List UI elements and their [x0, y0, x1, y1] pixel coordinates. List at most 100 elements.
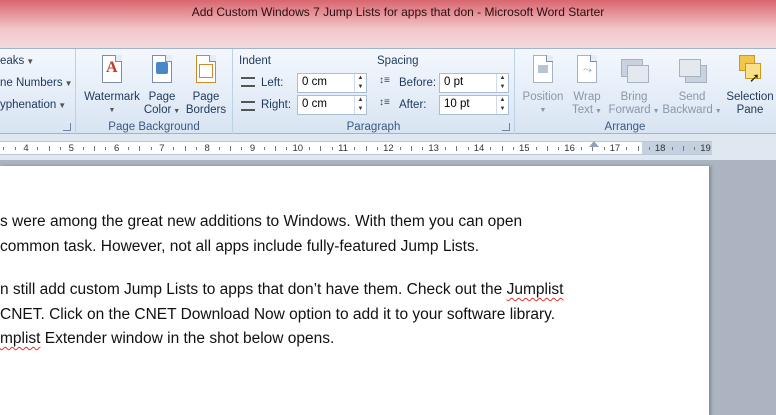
bring-forward-label-1: Bring: [620, 91, 648, 103]
ribbon: eaks ▼ ne Numbers ▼ yphenation ▼ A Watermar…: [0, 48, 776, 135]
chevron-down-icon: ▼: [64, 79, 73, 88]
ruler-number: 7: [159, 143, 165, 154]
ruler-number: 16: [564, 143, 575, 154]
ruler-tick: [365, 146, 367, 151]
page-borders-label-2: Borders: [185, 104, 227, 116]
page-color-label-1: Page: [148, 91, 176, 103]
ruler-tick: [150, 147, 152, 150]
arrange-group-label: Arrange: [604, 121, 646, 133]
line-numbers-button[interactable]: ne Numbers ▼: [0, 77, 73, 89]
ruler-number: 17: [609, 143, 621, 154]
arrange-group: Position ▼ ⤳ Wrap Text ▼ Bring Forward ▼: [515, 49, 776, 135]
wrap-text-label-2: Text ▼: [572, 104, 602, 116]
chevron-down-icon: ▼: [108, 107, 116, 114]
page-background-group-label: Page Background: [108, 121, 200, 133]
indent-left-icon: [241, 77, 255, 87]
ruler-tick: [580, 147, 582, 150]
spacing-title: Spacing: [377, 55, 419, 67]
ruler-tick: [467, 147, 469, 150]
paragraph-group-label: Paragraph: [346, 121, 401, 133]
ruler-tick: [218, 147, 220, 150]
ruler-tick: [127, 147, 129, 150]
selection-pane-label-2: Pane: [736, 104, 764, 116]
ruler-tick: [671, 147, 673, 150]
page-borders-label-1: Page: [192, 91, 220, 103]
bring-forward-icon: [619, 53, 649, 87]
paragraph-launcher[interactable]: [502, 123, 510, 131]
ruler-tick: [648, 147, 650, 150]
send-backward-label-2: Backward ▼: [662, 104, 722, 116]
paragraph-group: Indent Left: ▲▼ Right: ▲▼ Spacing ↕≡ Bef…: [233, 49, 515, 135]
misspelled-word[interactable]: mplist: [0, 330, 40, 347]
spacing-before-spinner[interactable]: ▲ ▼: [496, 74, 508, 92]
indent-right-label: Right:: [261, 99, 292, 111]
wrap-text-label-1: Wrap: [573, 91, 601, 103]
wrap-text-button[interactable]: ⤳ Wrap Text ▼: [567, 53, 607, 118]
ruler-tick: [173, 147, 175, 150]
misspelled-word[interactable]: Jumplist: [507, 281, 564, 298]
page-color-button[interactable]: Page Color ▼: [142, 53, 182, 118]
ruler-tick: [331, 147, 333, 150]
ruler-tick: [309, 147, 311, 150]
page-color-label-2: Color ▼: [143, 104, 181, 116]
indent-left-label: Left:: [261, 77, 284, 89]
hyphenation-button[interactable]: yphenation ▼: [0, 99, 66, 111]
hyphenation-label: yphenation: [0, 99, 57, 111]
breaks-label: eaks: [0, 55, 25, 67]
ruler-tick: [411, 146, 413, 151]
position-button[interactable]: Position ▼: [519, 53, 567, 117]
paragraph-1-line-2: common task. However, not all apps inclu…: [0, 237, 480, 255]
selection-pane-label-1: Selection: [726, 91, 774, 103]
spacing-before-field[interactable]: ▲▼: [439, 73, 509, 93]
ruler-tick: [694, 147, 696, 150]
selection-pane-button[interactable]: ➚ Selection Pane: [723, 53, 776, 117]
watermark-button[interactable]: A Watermark ▼: [82, 53, 142, 117]
bring-forward-label-2: Forward ▼: [608, 104, 660, 116]
ruler-tick: [229, 146, 231, 151]
ruler-tick: [139, 146, 141, 151]
ruler-number: 10: [292, 143, 304, 154]
ruler-number: 12: [383, 143, 394, 154]
indent-right-field[interactable]: ▲▼: [297, 95, 367, 115]
ruler-tick: [195, 147, 197, 150]
page-setup-group: eaks ▼ ne Numbers ▼ yphenation ▼: [0, 49, 76, 135]
page-borders-icon: [191, 53, 221, 87]
send-backward-icon: [677, 53, 707, 87]
indent-left-spinner[interactable]: ▲ ▼: [354, 74, 366, 92]
paragraph-2-line-2: CNET. Click on the CNET Download Now opt…: [0, 305, 556, 323]
page-color-icon: [147, 53, 177, 87]
indent-left-field[interactable]: ▲▼: [297, 73, 367, 93]
paragraph-2-line-3: mplist Extender window in the shot below…: [0, 330, 335, 347]
breaks-button[interactable]: eaks ▼: [0, 55, 34, 67]
ruler-tick: [14, 147, 16, 150]
ruler-tick: [456, 146, 458, 151]
ruler-tick: [637, 146, 639, 151]
ruler-number: 11: [338, 143, 349, 154]
ruler-tick: [105, 147, 107, 150]
page-setup-launcher[interactable]: [63, 123, 71, 131]
send-backward-button[interactable]: Send Backward ▼: [661, 53, 723, 118]
spacing-after-field[interactable]: ▲▼: [439, 95, 509, 115]
chevron-down-icon: ▼: [26, 57, 35, 66]
spacing-after-spinner[interactable]: ▲ ▼: [496, 96, 508, 114]
chevron-down-icon: ▼: [58, 101, 67, 110]
ruler-number: 13: [428, 143, 439, 154]
ruler-tick: [682, 146, 684, 151]
ruler-tick: [535, 147, 537, 150]
right-indent-marker[interactable]: [589, 141, 599, 147]
page-borders-button[interactable]: Page Borders: [182, 53, 230, 117]
ruler-tick: [82, 147, 84, 150]
bring-forward-button[interactable]: Bring Forward ▼: [607, 53, 661, 118]
ruler-tick: [286, 147, 288, 150]
ruler-tick: [399, 147, 401, 150]
send-backward-label-1: Send: [678, 91, 706, 103]
ruler-tick: [603, 147, 605, 150]
ruler-tick: [626, 147, 628, 150]
horizontal-ruler[interactable]: 4 5 6 7 8 9 10 11 12 13 14 15 16 17 18 19: [0, 134, 776, 160]
indent-right-spinner[interactable]: ▲ ▼: [354, 96, 366, 114]
document-page[interactable]: s were among the great new additions to …: [0, 166, 709, 415]
indent-title: Indent: [239, 55, 271, 67]
spacing-after-icon: ↕≡: [379, 97, 390, 108]
chevron-down-icon: ▼: [539, 107, 547, 114]
title-bar: Add Custom Windows 7 Jump Lists for apps…: [0, 0, 776, 48]
